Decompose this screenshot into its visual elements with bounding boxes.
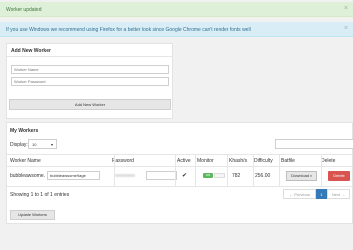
column-header-name[interactable]: Worker Name: [10, 158, 41, 164]
chevron-down-icon: ▾: [310, 174, 312, 178]
display-select[interactable]: 10 ▾: [28, 139, 57, 149]
display-label: Display:: [10, 142, 28, 148]
divider: [253, 154, 254, 186]
table-info: Showing 1 to 1 of 1 entries: [10, 192, 70, 198]
pagination-previous[interactable]: ← Previous: [283, 189, 316, 199]
column-header-khash[interactable]: Khash/s: [229, 158, 247, 164]
add-worker-panel: Add New Worker Add New Worker: [6, 43, 173, 119]
close-icon[interactable]: ×: [344, 25, 348, 32]
worker-name-input[interactable]: [11, 65, 169, 74]
delete-worker-button[interactable]: Delete: [328, 171, 350, 181]
chevron-down-icon: ▾: [50, 142, 53, 147]
column-header-active[interactable]: Active: [177, 158, 191, 164]
password-masked: [115, 174, 135, 177]
search-input[interactable]: [275, 139, 353, 149]
column-header-monitor[interactable]: Monitor: [197, 158, 214, 164]
worker-password-input[interactable]: [11, 77, 169, 86]
column-header-delete[interactable]: Delete: [321, 158, 335, 164]
display-select-value: 10: [32, 142, 37, 147]
divider: [321, 154, 322, 186]
check-icon: ✔: [182, 173, 188, 179]
worker-name-prefix: bubbleawsome.: [10, 173, 46, 179]
column-header-difficulty[interactable]: Difficulty: [254, 158, 273, 164]
worker-password-field[interactable]: [146, 171, 177, 180]
khash-value: 782: [232, 173, 241, 179]
divider: [7, 56, 172, 57]
pagination-page-1[interactable]: 1: [316, 189, 327, 199]
my-workers-panel: My Workers Display: 10 ▾ Worker Name Pas…: [6, 122, 353, 224]
download-batfile-button[interactable]: Download ▾: [286, 171, 317, 181]
update-workers-button[interactable]: Update Workers: [10, 210, 55, 220]
add-worker-button[interactable]: Add New Worker: [9, 99, 171, 110]
close-icon[interactable]: ×: [344, 5, 348, 12]
divider: [227, 154, 228, 186]
divider: [114, 154, 115, 186]
success-alert: Worker updated ×: [0, 2, 353, 17]
divider: [7, 166, 353, 167]
divider: [195, 154, 196, 186]
difficulty-value: 256.00: [255, 173, 271, 179]
my-workers-title: My Workers: [10, 128, 39, 134]
divider: [175, 154, 176, 186]
monitor-toggle-off[interactable]: [214, 173, 225, 178]
worker-name-field[interactable]: [47, 171, 100, 180]
download-label: Download: [291, 173, 310, 178]
add-worker-title: Add New Worker: [11, 48, 51, 54]
divider: [7, 186, 353, 187]
column-header-batfile[interactable]: Batfile: [281, 158, 295, 164]
pagination-next[interactable]: Next →: [327, 189, 350, 199]
info-alert: If you use Windows we recommend using Fi…: [0, 22, 353, 37]
column-header-password[interactable]: Password: [112, 158, 134, 164]
success-alert-text: Worker updated: [6, 7, 42, 13]
divider: [7, 154, 353, 155]
monitor-toggle[interactable]: ON: [203, 173, 213, 178]
divider: [279, 154, 280, 186]
info-alert-text: If you use Windows we recommend using Fi…: [6, 27, 251, 33]
